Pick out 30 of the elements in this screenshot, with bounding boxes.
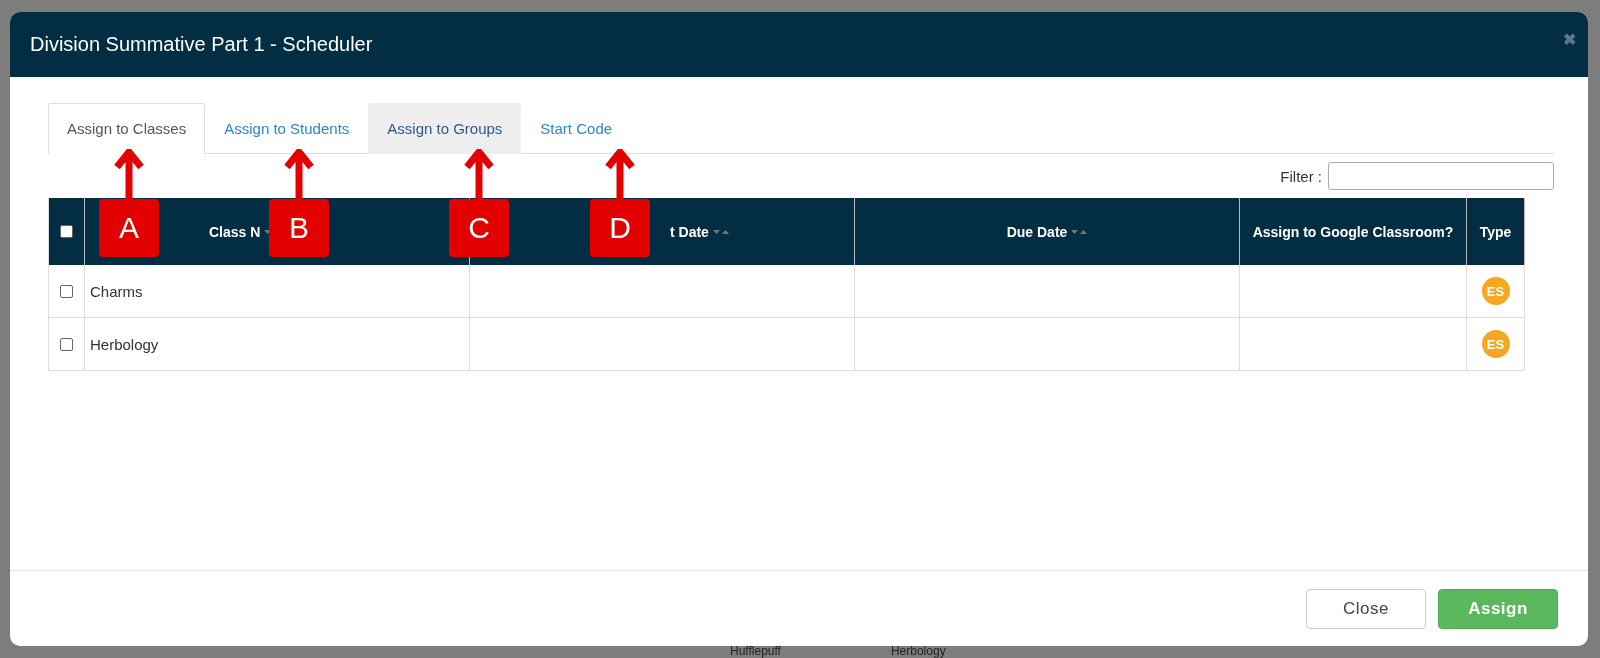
tab[interactable]: Assign to Groups	[368, 103, 522, 154]
row-checkbox[interactable]	[60, 337, 73, 351]
arrow-icon	[605, 149, 635, 199]
type-badge: ES	[1481, 330, 1510, 358]
backdrop-text: Herbology	[890, 644, 946, 658]
backdrop-text: Hufflepuff	[730, 644, 781, 658]
sort-icon[interactable]	[1071, 227, 1088, 236]
dialog-title: Division Summative Part 1 - Scheduler	[30, 33, 373, 56]
callout-label: A	[99, 199, 159, 257]
column-header[interactable]: Due Date	[855, 198, 1240, 265]
sort-icon[interactable]	[712, 227, 729, 236]
arrow-icon	[284, 149, 314, 199]
close-button[interactable]: Close	[1306, 588, 1426, 629]
table-cell: Herbology	[90, 335, 159, 353]
callout-label: C	[449, 199, 509, 257]
select-all-checkbox[interactable]	[60, 225, 73, 238]
tab[interactable]: Assign to Classes	[48, 103, 206, 154]
arrow-icon	[464, 149, 494, 199]
column-header: Assign to Google Classroom?	[1240, 198, 1467, 265]
column-header: Type	[1467, 198, 1525, 265]
table-cell: Charms	[90, 282, 143, 300]
callout-label: B	[269, 199, 329, 257]
filter-field[interactable]	[1328, 162, 1554, 190]
callout-label: D	[590, 199, 650, 257]
arrow-icon	[114, 149, 144, 199]
type-badge: ES	[1481, 277, 1510, 305]
tab[interactable]: Start Code	[521, 103, 632, 154]
tab[interactable]: Assign to Students	[205, 103, 369, 154]
row-checkbox[interactable]	[60, 284, 73, 298]
filter-label: Filter :	[1280, 167, 1322, 185]
